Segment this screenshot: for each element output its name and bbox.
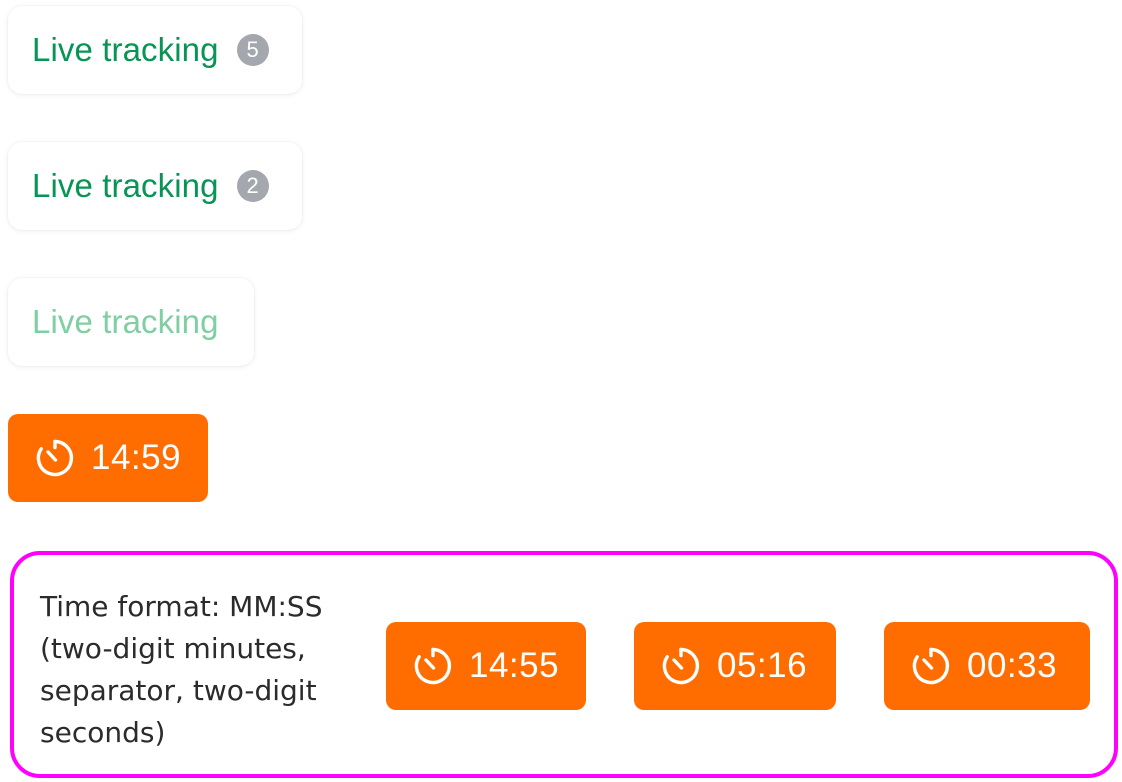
timer-value: 05:16 <box>717 646 808 685</box>
timer-value: 00:33 <box>967 646 1058 685</box>
live-tracking-count-badge: 5 <box>236 34 269 66</box>
countdown-timer-example[interactable]: 05:16 <box>634 622 836 710</box>
stopwatch-icon <box>662 647 700 685</box>
stopwatch-icon <box>36 439 74 477</box>
countdown-timer-example[interactable]: 00:33 <box>884 622 1090 710</box>
timer-value: 14:55 <box>469 646 560 685</box>
stopwatch-icon <box>912 647 950 685</box>
live-tracking-button[interactable]: Live tracking 5 <box>8 6 302 94</box>
stopwatch-icon <box>414 647 452 685</box>
format-caption: Time format: MM:SS (two-digit minutes, s… <box>40 590 323 749</box>
live-tracking-button-disabled: Live tracking <box>8 278 254 366</box>
live-tracking-label: Live tracking <box>32 31 219 68</box>
canvas: Live tracking 5 Live tracking 2 Live tra… <box>0 0 1122 782</box>
countdown-timer-example[interactable]: 14:55 <box>386 622 586 710</box>
live-tracking-label: Live tracking <box>32 303 219 340</box>
live-tracking-label: Live tracking <box>32 167 219 204</box>
live-tracking-count-badge: 2 <box>236 170 269 202</box>
live-tracking-button[interactable]: Live tracking 2 <box>8 142 302 230</box>
countdown-timer[interactable]: 14:59 <box>8 414 208 502</box>
timer-value: 14:59 <box>91 438 182 477</box>
